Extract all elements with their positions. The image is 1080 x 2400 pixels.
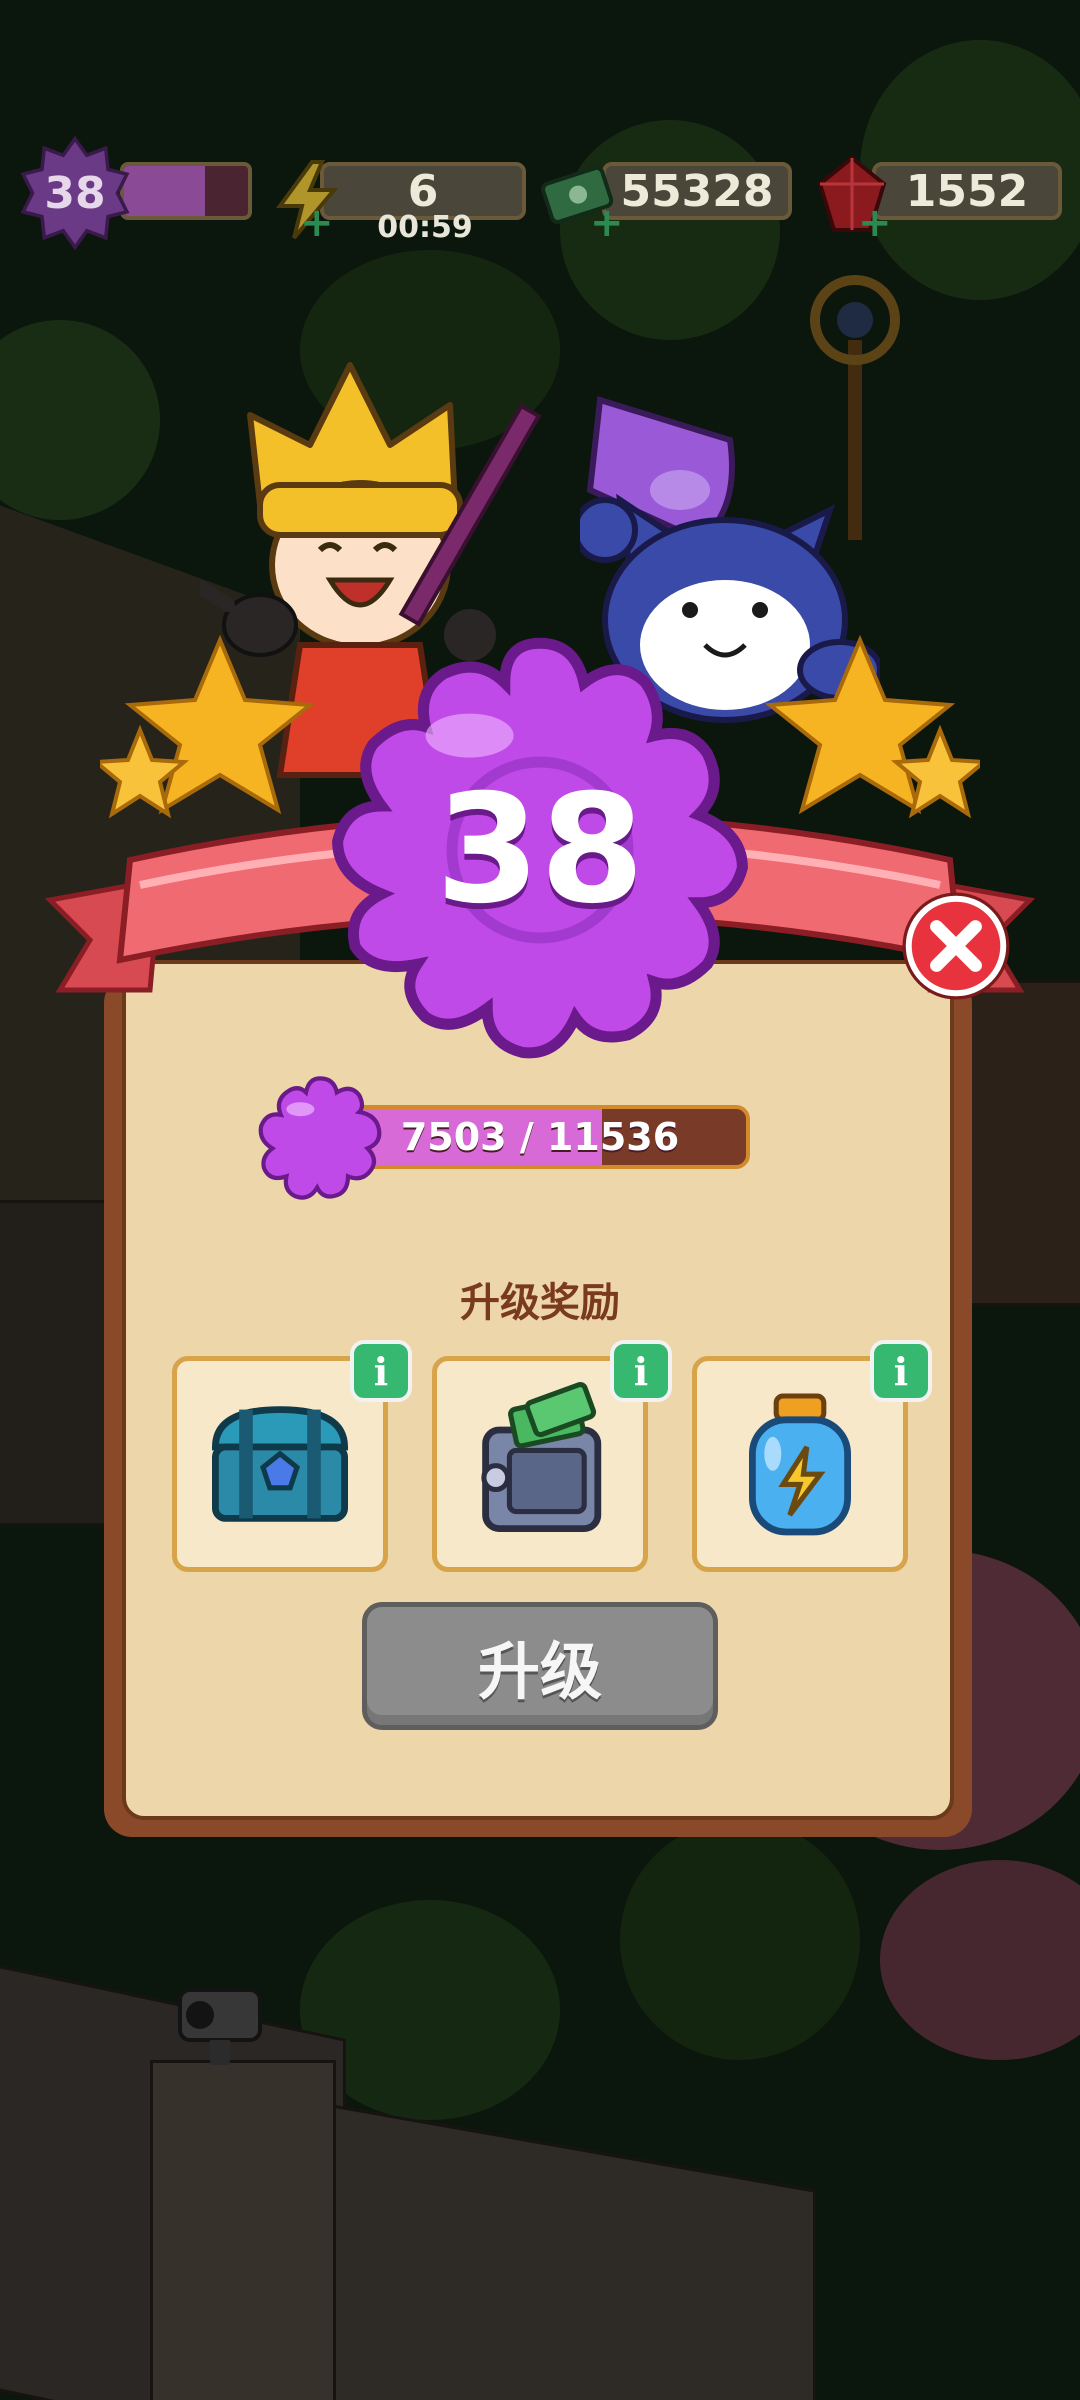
energy-jar-icon bbox=[749, 1393, 851, 1536]
upgrade-button[interactable]: 升级 bbox=[362, 1602, 718, 1730]
add-gems-button[interactable]: + bbox=[858, 203, 892, 243]
energy-value: 6 bbox=[407, 165, 439, 217]
new-level-number: 38 bbox=[435, 763, 645, 937]
energy-refill-timer: 00:59 bbox=[377, 210, 473, 245]
add-energy-button[interactable]: + bbox=[300, 203, 334, 243]
reward-info-button-chest[interactable]: i bbox=[350, 1340, 412, 1402]
reward-info-button-energy-jar[interactable]: i bbox=[870, 1340, 932, 1402]
cash-value: 55328 bbox=[620, 165, 774, 217]
player-level-text: 38 bbox=[44, 167, 106, 219]
cash-counter[interactable]: 55328 bbox=[602, 162, 792, 220]
xp-progress-text: 7503 / 11536 bbox=[400, 1115, 680, 1159]
gem-counter[interactable]: 1552 bbox=[872, 162, 1062, 220]
close-button[interactable] bbox=[902, 892, 1010, 1000]
treasure-chest-icon bbox=[211, 1406, 349, 1522]
gem-value: 1552 bbox=[905, 165, 1029, 217]
xp-progress-bar: 7503 / 11536 bbox=[330, 1105, 750, 1169]
game-screen: 38 6 + 00:59 55328 + 1552 + 38 7503 / 11… bbox=[0, 0, 1080, 2400]
player-xp-mini-bar bbox=[120, 162, 252, 220]
player-xp-mini-fill bbox=[124, 166, 205, 216]
rewards-title: 升级奖励 bbox=[460, 1280, 620, 1326]
cash-safe-icon bbox=[481, 1382, 602, 1532]
reward-info-button-cash-safe[interactable]: i bbox=[610, 1340, 672, 1402]
xp-flower-icon bbox=[258, 1076, 382, 1200]
add-cash-button[interactable]: + bbox=[590, 203, 624, 243]
